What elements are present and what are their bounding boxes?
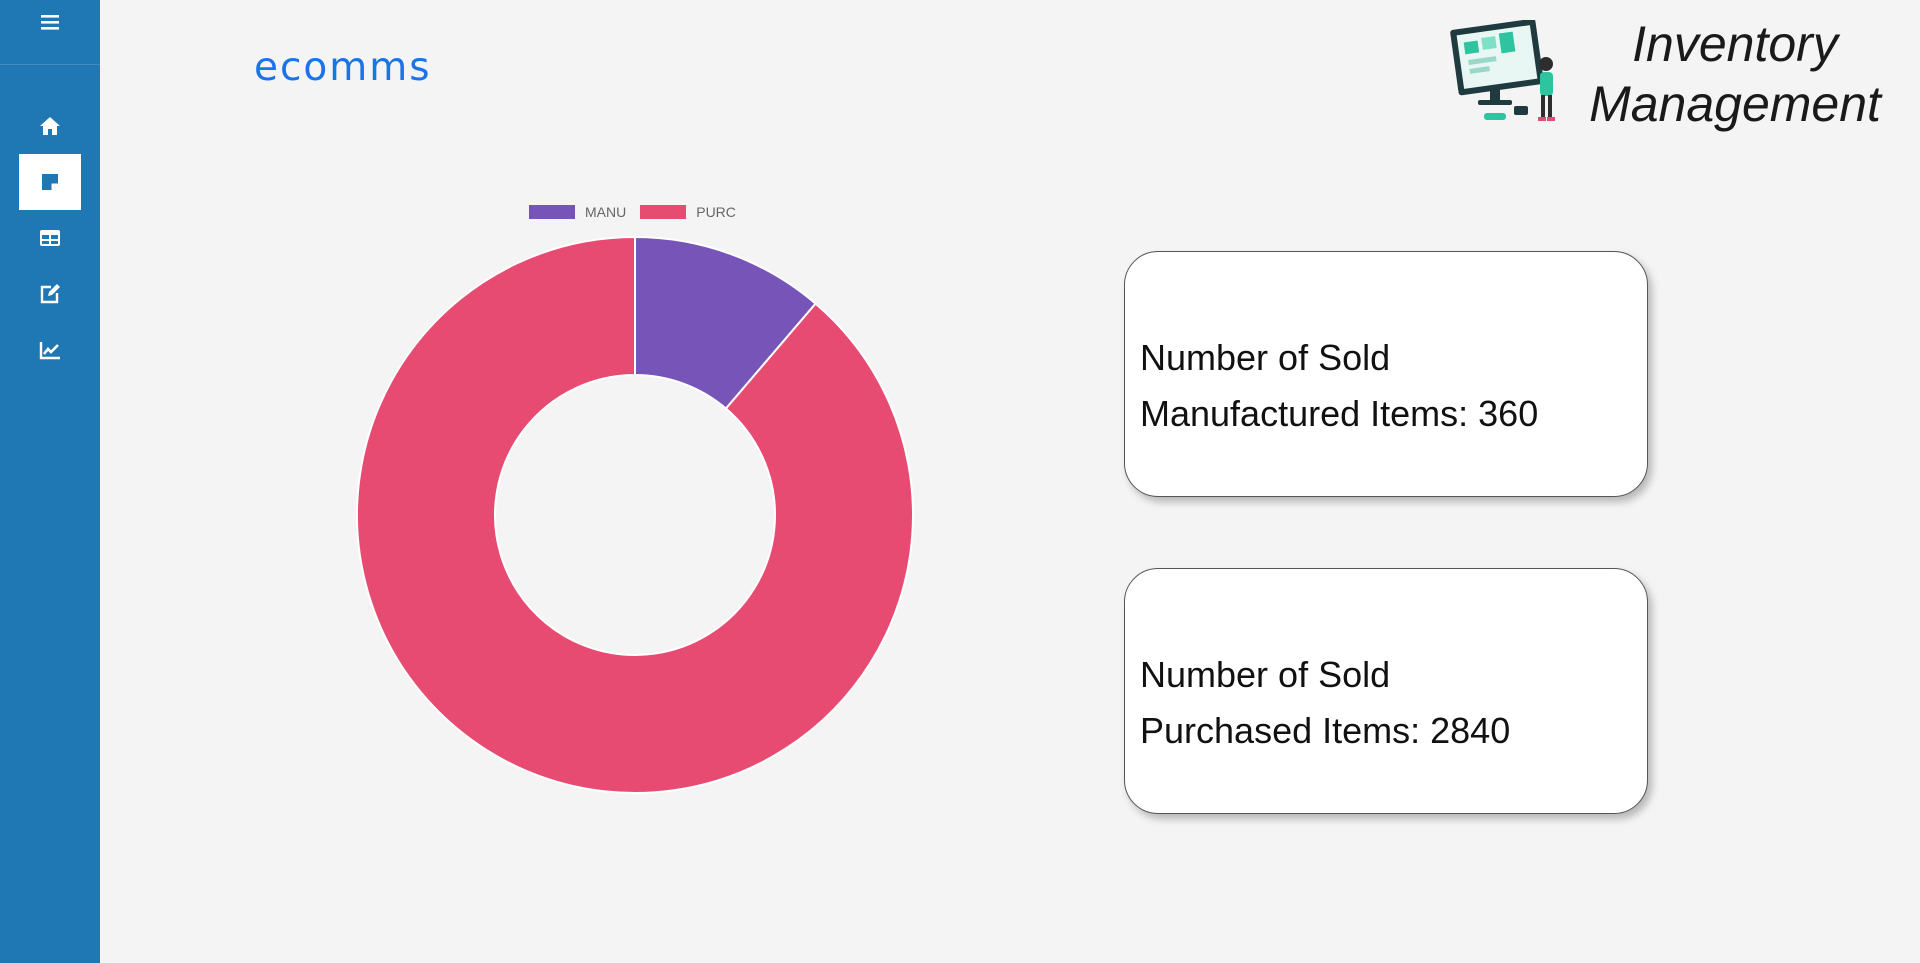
home-icon [40,117,60,135]
purchased-items-card: Number of Sold Purchased Items: 2840 [1124,568,1648,814]
legend-item-purc[interactable]: PURC [640,204,736,220]
manufactured-items-card: Number of Sold Manufactured Items: 360 [1124,251,1648,497]
sidebar-item-home[interactable] [19,98,81,154]
brand-title: ecomms [254,45,432,90]
manufactured-items-label: Number of Sold [1140,337,1391,378]
manufactured-items-count: Manufactured Items: 360 [1140,393,1539,434]
legend-label-manu: MANU [585,204,627,220]
manufactured-items-text: Number of Sold Manufactured Items: 360 [1140,330,1580,442]
purchased-items-label: Number of Sold [1140,654,1391,695]
donut-slice-purc[interactable] [356,235,914,794]
purchased-items-text: Number of Sold Purchased Items: 2840 [1140,647,1580,759]
sidebar [0,0,100,963]
donut-chart [356,235,914,794]
sidebar-item-notes[interactable] [19,154,81,210]
table-icon [40,230,60,246]
sticky-note-icon [42,174,58,190]
inventory-illustration-icon [1450,20,1555,121]
legend-swatch-purc [640,205,687,219]
chart-legend: MANU PURC [529,204,750,220]
hamburger-menu-icon [41,15,59,30]
edit-icon [40,284,60,304]
sidebar-item-edit[interactable] [19,266,81,322]
page-title: Inventory Management [1585,14,1885,134]
menu-toggle-button[interactable] [0,0,100,65]
page-title-line-2: Management [1589,76,1881,132]
legend-item-manu[interactable]: MANU [529,204,626,220]
sidebar-item-analytics[interactable] [19,322,81,378]
purchased-items-count: Purchased Items: 2840 [1140,710,1511,751]
chart-line-icon [39,342,60,360]
sidebar-item-table[interactable] [19,210,81,266]
legend-label-purc: PURC [696,204,736,220]
page-title-line-1: Inventory [1632,16,1838,72]
legend-swatch-manu [529,205,575,219]
